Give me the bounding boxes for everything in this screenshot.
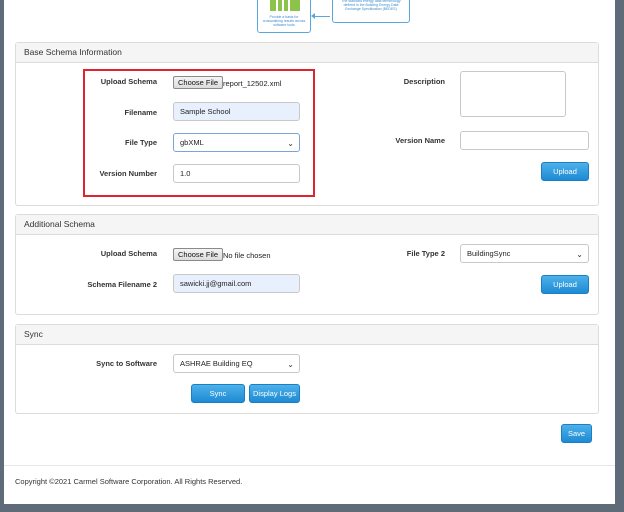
sync-button[interactable]: Sync	[191, 384, 245, 403]
schema-filename-2-label: Schema Filename 2	[87, 280, 157, 289]
choose-file-button[interactable]: Choose File	[173, 248, 224, 261]
footer-divider	[4, 465, 615, 466]
chevron-down-icon: ⌄	[287, 360, 294, 369]
top-diagram: Provide a basis for crosswalking results…	[252, 0, 422, 34]
diagram-box-crosswalk: Provide a basis for crosswalking results…	[257, 0, 311, 33]
file-type-2-select[interactable]: BuildingSync ⌄	[460, 244, 589, 263]
sync-to-software-select[interactable]: ASHRAE Building EQ ⌄	[173, 354, 300, 373]
sync-to-software-value: ASHRAE Building EQ	[180, 359, 253, 368]
upload-schema-label: Upload Schema	[100, 249, 157, 258]
copyright-text: Copyright ©2021 Carmel Software Corporat…	[15, 477, 243, 486]
description-textarea[interactable]	[460, 71, 566, 117]
diagram-box-text: Provide a basis for crosswalking results…	[262, 15, 306, 27]
diagram-box-bedes: The standard energy data terminology def…	[332, 0, 410, 23]
diagram-box-text: The standard energy data terminology def…	[341, 0, 401, 11]
arrow-left-icon	[311, 13, 330, 19]
upload-button[interactable]: Upload	[541, 162, 589, 181]
upload-button-2[interactable]: Upload	[541, 275, 589, 294]
save-button[interactable]: Save	[561, 424, 592, 443]
chevron-down-icon: ⌄	[576, 250, 583, 259]
sync-panel: Sync	[15, 324, 599, 414]
schema-filename-2-input[interactable]: sawicki.jj@gmail.com	[173, 274, 300, 293]
display-logs-button[interactable]: Display Logs	[249, 384, 300, 403]
panel-title: Additional Schema	[16, 215, 598, 235]
sync-to-software-label: Sync to Software	[96, 359, 157, 368]
chosen-file-name: No file chosen	[223, 251, 271, 260]
highlight-box	[83, 69, 315, 197]
description-label: Description	[403, 77, 445, 86]
bar-chart-icon	[270, 0, 300, 11]
file-type-2-value: BuildingSync	[467, 249, 511, 258]
version-name-label: Version Name	[395, 136, 445, 145]
file-type-2-label: File Type 2	[406, 249, 445, 258]
additional-schema-panel: Additional Schema	[15, 214, 599, 315]
version-name-input[interactable]	[460, 131, 589, 150]
panel-title: Sync	[16, 325, 598, 345]
panel-title: Base Schema Information	[16, 43, 598, 63]
